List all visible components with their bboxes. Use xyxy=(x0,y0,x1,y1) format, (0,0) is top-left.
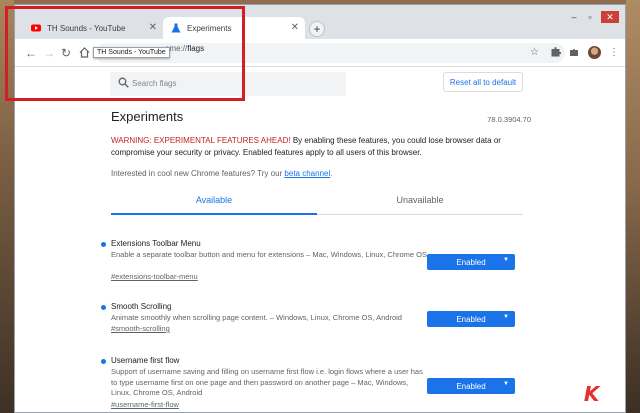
flag-description: Enable a separate toolbar button and men… xyxy=(111,250,428,259)
maximize-button[interactable]: ▫ xyxy=(583,11,597,23)
watermark-text: GEN xyxy=(534,382,584,406)
flag-modified-dot xyxy=(101,242,106,247)
flag-link[interactable]: #extensions-toolbar-menu xyxy=(111,272,198,281)
flag-select[interactable]: Enabled ▼ xyxy=(427,311,515,327)
avatar[interactable] xyxy=(588,46,601,59)
flags-page: Search flags Reset all to default Experi… xyxy=(15,67,625,412)
minimize-button[interactable]: – xyxy=(567,11,581,23)
flag-description: Support of username saving and filling o… xyxy=(111,367,423,397)
flag-description: Animate smoothly when scrolling page con… xyxy=(111,313,402,322)
flag-name: Extensions Toolbar Menu xyxy=(111,239,201,248)
chevron-down-icon: ▼ xyxy=(503,257,509,263)
beta-channel-link[interactable]: beta channel xyxy=(284,169,330,178)
flag-link[interactable]: #username-first-flow xyxy=(111,400,179,409)
menu-icon[interactable]: ⋮ xyxy=(609,47,619,59)
puzzle-icon[interactable] xyxy=(569,47,579,57)
beta-promo-text: Interested in cool new Chrome features? … xyxy=(111,169,285,178)
flag-link[interactable]: #smooth-scrolling xyxy=(111,324,170,333)
genk-watermark: GENK xyxy=(534,382,600,406)
beta-promo: Interested in cool new Chrome features? … xyxy=(111,169,332,178)
tab-unavailable[interactable]: Unavailable xyxy=(317,195,523,205)
new-tab-button[interactable]: + xyxy=(309,21,325,37)
flag-select[interactable]: Enabled ▼ xyxy=(427,254,515,270)
extension-icon[interactable] xyxy=(551,47,561,57)
highlight-box xyxy=(5,6,245,101)
flag-name: Smooth Scrolling xyxy=(111,302,172,311)
flag-select-value: Enabled xyxy=(456,314,486,324)
active-tab-indicator xyxy=(111,213,317,215)
beta-promo-end: . xyxy=(330,169,333,178)
desktop-wallpaper-right xyxy=(626,0,640,413)
watermark-accent: K xyxy=(583,382,601,406)
tab-available[interactable]: Available xyxy=(111,195,317,205)
flag-modified-dot xyxy=(101,305,106,310)
page-title: Experiments xyxy=(111,109,184,124)
chevron-down-icon: ▼ xyxy=(503,314,509,320)
flag-select[interactable]: Enabled ▼ xyxy=(427,378,515,394)
bookmark-star-icon[interactable]: ☆ xyxy=(530,47,539,59)
warning-text: WARNING: EXPERIMENTAL FEATURES AHEAD! By… xyxy=(111,135,521,159)
flag-tabs: Available Unavailable xyxy=(111,187,523,215)
flag-name: Username first flow xyxy=(111,356,180,365)
version-label: 78.0.3904.70 xyxy=(487,115,531,124)
reset-all-button[interactable]: Reset all to default xyxy=(443,72,523,92)
flag-select-value: Enabled xyxy=(456,257,486,267)
warning-heading: WARNING: EXPERIMENTAL FEATURES AHEAD! xyxy=(111,136,291,145)
close-icon[interactable]: ✕ xyxy=(291,22,299,34)
chevron-down-icon: ▼ xyxy=(503,381,509,387)
window-close-button[interactable]: ✕ xyxy=(601,11,619,23)
flag-select-value: Enabled xyxy=(456,381,486,391)
flag-modified-dot xyxy=(101,359,106,364)
